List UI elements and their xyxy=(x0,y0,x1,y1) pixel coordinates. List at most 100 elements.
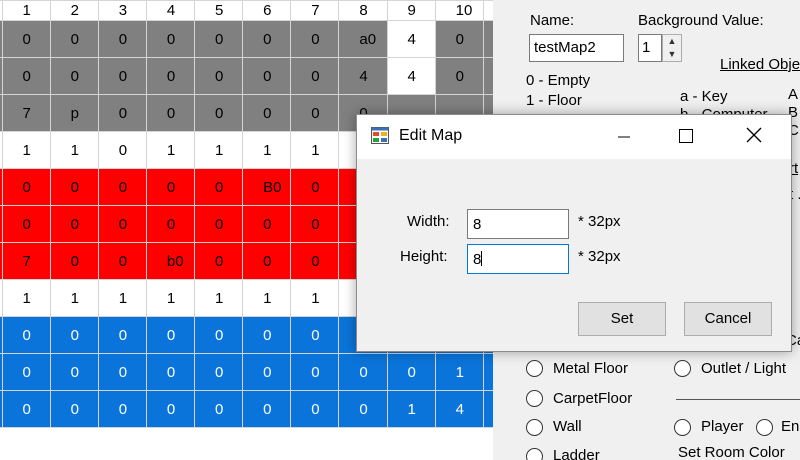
grid-cell[interactable]: 0 xyxy=(434,57,484,95)
grid-cell[interactable]: 1 xyxy=(1,131,51,169)
grid-cell[interactable]: 0 xyxy=(242,353,292,391)
grid-cell[interactable]: 0 xyxy=(338,353,388,391)
grid-cell[interactable]: 7 xyxy=(1,242,51,280)
grid-cell[interactable]: 0 xyxy=(1,390,51,428)
grid-cell[interactable]: 0 xyxy=(145,316,196,354)
grid-cell[interactable]: 1 xyxy=(49,279,99,317)
grid-cell[interactable]: 1 xyxy=(434,353,484,391)
grid-cell[interactable]: 1 xyxy=(145,131,196,169)
grid-cell[interactable]: 0 xyxy=(193,316,244,354)
background-value-input[interactable]: 1 xyxy=(638,34,662,62)
grid-cell[interactable]: 0 xyxy=(49,205,99,243)
grid-cell[interactable]: 0 xyxy=(193,94,244,132)
grid-cell[interactable]: 4 xyxy=(386,57,436,95)
width-input[interactable]: 8 xyxy=(467,209,569,239)
grid-cell[interactable]: 1 xyxy=(145,279,196,317)
grid-cell[interactable]: 0 xyxy=(290,316,340,354)
grid-cell[interactable]: 0 xyxy=(193,168,244,206)
grid-cell[interactable]: b0 xyxy=(145,242,196,280)
spin-down-icon[interactable]: ▼ xyxy=(663,48,681,61)
grid-cell[interactable]: 0 xyxy=(1,316,51,354)
grid-cell[interactable]: 0 xyxy=(145,94,196,132)
grid-cell[interactable]: 7 xyxy=(1,94,51,132)
radio-carpet-floor[interactable] xyxy=(526,390,543,407)
grid-cell[interactable]: 0 xyxy=(49,20,99,58)
grid-cell[interactable]: 0 xyxy=(145,205,196,243)
grid-cell[interactable]: 0 xyxy=(193,57,244,95)
grid-cell[interactable]: 0 xyxy=(1,205,51,243)
height-input[interactable]: 8 xyxy=(467,244,569,274)
spin-up-icon[interactable]: ▲ xyxy=(663,35,681,48)
grid-cell[interactable]: 0 xyxy=(49,168,99,206)
grid-cell[interactable]: 0 xyxy=(1,20,51,58)
grid-cell[interactable]: a0 xyxy=(338,20,388,58)
grid-cell[interactable]: 0 xyxy=(290,353,340,391)
radio-outlet-light[interactable] xyxy=(674,360,691,377)
grid-cell[interactable]: B0 xyxy=(242,168,292,206)
grid-cell[interactable]: 0 xyxy=(290,94,340,132)
grid-cell[interactable]: 0 xyxy=(290,242,340,280)
grid-cell[interactable]: 1 xyxy=(49,131,99,169)
grid-cell[interactable]: 0 xyxy=(145,353,196,391)
grid-cell[interactable]: 0 xyxy=(290,205,340,243)
grid-cell[interactable]: 0 xyxy=(193,242,244,280)
grid-cell[interactable]: 0 xyxy=(242,57,292,95)
grid-cell[interactable]: 4 xyxy=(434,390,484,428)
radio-wall[interactable] xyxy=(526,419,543,436)
cancel-button[interactable]: Cancel xyxy=(684,302,772,336)
grid-cell[interactable]: 0 xyxy=(49,390,99,428)
minimize-icon[interactable] xyxy=(601,115,647,159)
maximize-icon[interactable] xyxy=(663,115,709,159)
grid-cell[interactable]: 0 xyxy=(242,205,292,243)
background-value-spinner[interactable]: ▲ ▼ xyxy=(662,34,682,62)
grid-cell[interactable]: 0 xyxy=(193,20,244,58)
radio-metal-floor[interactable] xyxy=(526,360,543,377)
grid-cell[interactable]: 0 xyxy=(434,20,484,58)
grid-cell[interactable]: 0 xyxy=(49,353,99,391)
radio-enemy[interactable] xyxy=(756,419,773,436)
grid-cell[interactable]: 0 xyxy=(193,390,244,428)
grid-cell[interactable]: 1 xyxy=(242,279,292,317)
grid-cell[interactable]: 0 xyxy=(49,242,99,280)
grid-cell[interactable]: 0 xyxy=(1,168,51,206)
grid-cell[interactable]: 0 xyxy=(338,390,388,428)
grid-cell[interactable]: 0 xyxy=(386,353,436,391)
radio-ladder[interactable] xyxy=(526,448,543,460)
name-input[interactable]: testMap2 xyxy=(529,34,624,62)
grid-cell[interactable]: 0 xyxy=(97,20,147,58)
set-button[interactable]: Set xyxy=(578,302,666,336)
grid-cell[interactable]: 0 xyxy=(290,57,340,95)
radio-player[interactable] xyxy=(674,419,691,436)
grid-cell[interactable]: 0 xyxy=(97,242,147,280)
grid-cell[interactable]: 0 xyxy=(290,168,340,206)
grid-cell[interactable]: 0 xyxy=(49,57,99,95)
grid-cell[interactable]: 0 xyxy=(290,390,340,428)
grid-cell[interactable]: 0 xyxy=(97,94,147,132)
grid-cell[interactable]: 0 xyxy=(145,20,196,58)
grid-cell[interactable]: 0 xyxy=(97,131,147,169)
grid-cell[interactable]: 1 xyxy=(193,279,244,317)
grid-cell[interactable]: 1 xyxy=(386,390,436,428)
grid-cell[interactable]: 0 xyxy=(242,20,292,58)
grid-cell[interactable]: 1 xyxy=(290,279,340,317)
grid-cell[interactable]: 1 xyxy=(193,131,244,169)
grid-cell[interactable]: 0 xyxy=(242,316,292,354)
grid-cell[interactable]: 0 xyxy=(242,242,292,280)
grid-cell[interactable]: 0 xyxy=(145,57,196,95)
grid-cell[interactable]: 0 xyxy=(290,20,340,58)
grid-cell[interactable]: 1 xyxy=(290,131,340,169)
grid-cell[interactable]: 1 xyxy=(242,131,292,169)
grid-cell[interactable]: 0 xyxy=(193,353,244,391)
grid-cell[interactable]: 0 xyxy=(145,390,196,428)
grid-cell[interactable]: 0 xyxy=(97,57,147,95)
grid-cell[interactable]: 0 xyxy=(1,353,51,391)
set-room-color-label[interactable]: Set Room Color xyxy=(678,444,785,460)
grid-cell[interactable]: 0 xyxy=(97,390,147,428)
grid-cell[interactable]: p xyxy=(49,94,99,132)
grid-cell[interactable]: 0 xyxy=(1,57,51,95)
grid-cell[interactable]: 0 xyxy=(49,316,99,354)
dialog-titlebar[interactable]: Edit Map xyxy=(357,115,791,159)
grid-cell[interactable]: 0 xyxy=(97,168,147,206)
grid-cell[interactable]: 0 xyxy=(193,205,244,243)
close-icon[interactable] xyxy=(731,115,777,159)
